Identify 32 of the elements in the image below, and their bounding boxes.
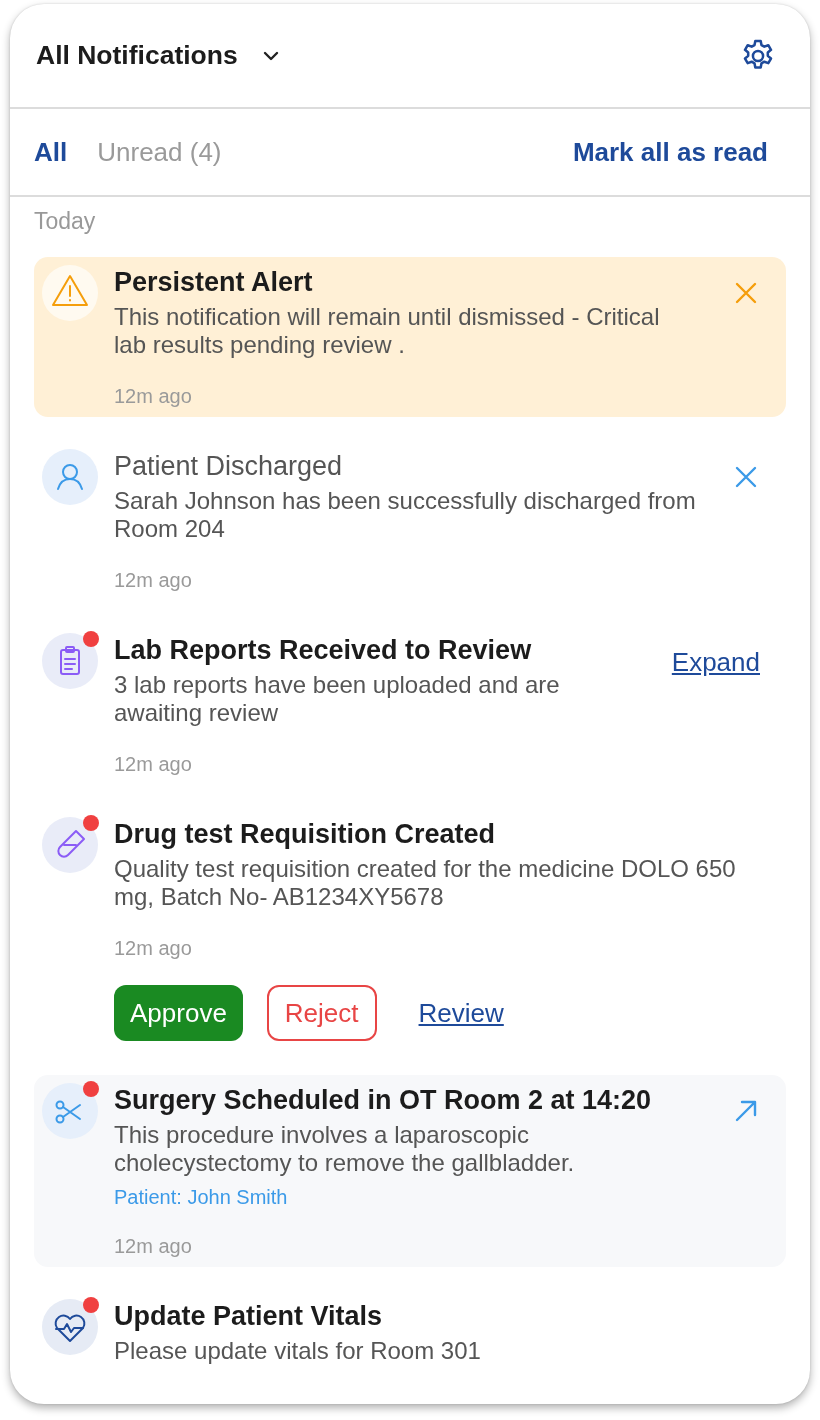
expand-link[interactable]: Expand [671, 647, 760, 679]
scissors-icon [42, 1083, 98, 1139]
notification-text: Please update vitals for Room 301 [114, 1337, 482, 1365]
notification-text: Quality test requisition created for the medicine DOLO 650 mg, Batch No- AB1234XY5678 [114, 855, 737, 911]
patient-name: Patient: John Smith [114, 1185, 289, 1209]
notification-title: Drug test Requisition Created [114, 819, 497, 849]
timestamp: 12m ago [114, 937, 193, 959]
notification-text: 3 lab reports have been uploaded and are awaiting review [114, 671, 561, 727]
person-icon [42, 449, 98, 505]
approve-button[interactable]: Approve [114, 985, 243, 1041]
timestamp: 12m ago [114, 569, 193, 591]
timestamp: 12m ago [114, 753, 193, 775]
notification-text: This procedure involves a laparoscopic cholecystectomy to remove the gallbladder. [114, 1121, 576, 1177]
notification-title: Lab Reports Received to Review [114, 635, 533, 665]
notification-title: Persistent Alert [114, 267, 314, 297]
review-link[interactable]: Review [400, 985, 522, 1041]
timestamp: 12m ago [114, 1235, 193, 1257]
section-heading: Today [33, 207, 97, 235]
reject-button[interactable]: Reject [266, 985, 377, 1041]
notification-text: Sarah Johnson has been successfully discharged from Room 204 [114, 487, 697, 543]
clipboard-icon [42, 633, 98, 689]
tab[interactable]: All [34, 136, 68, 168]
notification-title: Patient Discharged [114, 451, 344, 481]
notification-title: Update Patient Vitals [114, 1301, 384, 1331]
mark-all-read-link[interactable]: Mark all as read [572, 136, 768, 168]
chevron-down-icon[interactable] [261, 49, 280, 62]
warning-icon [42, 265, 98, 321]
panel-title: All Notifications [36, 40, 238, 71]
timestamp: 12m ago [114, 385, 193, 407]
notification-text: This notification will remain until dismissed - Critical lab results pending review . [114, 303, 661, 359]
notification-title: Surgery Scheduled in OT Room 2 at 14:20 [114, 1085, 653, 1115]
test-tube-icon [42, 817, 98, 873]
